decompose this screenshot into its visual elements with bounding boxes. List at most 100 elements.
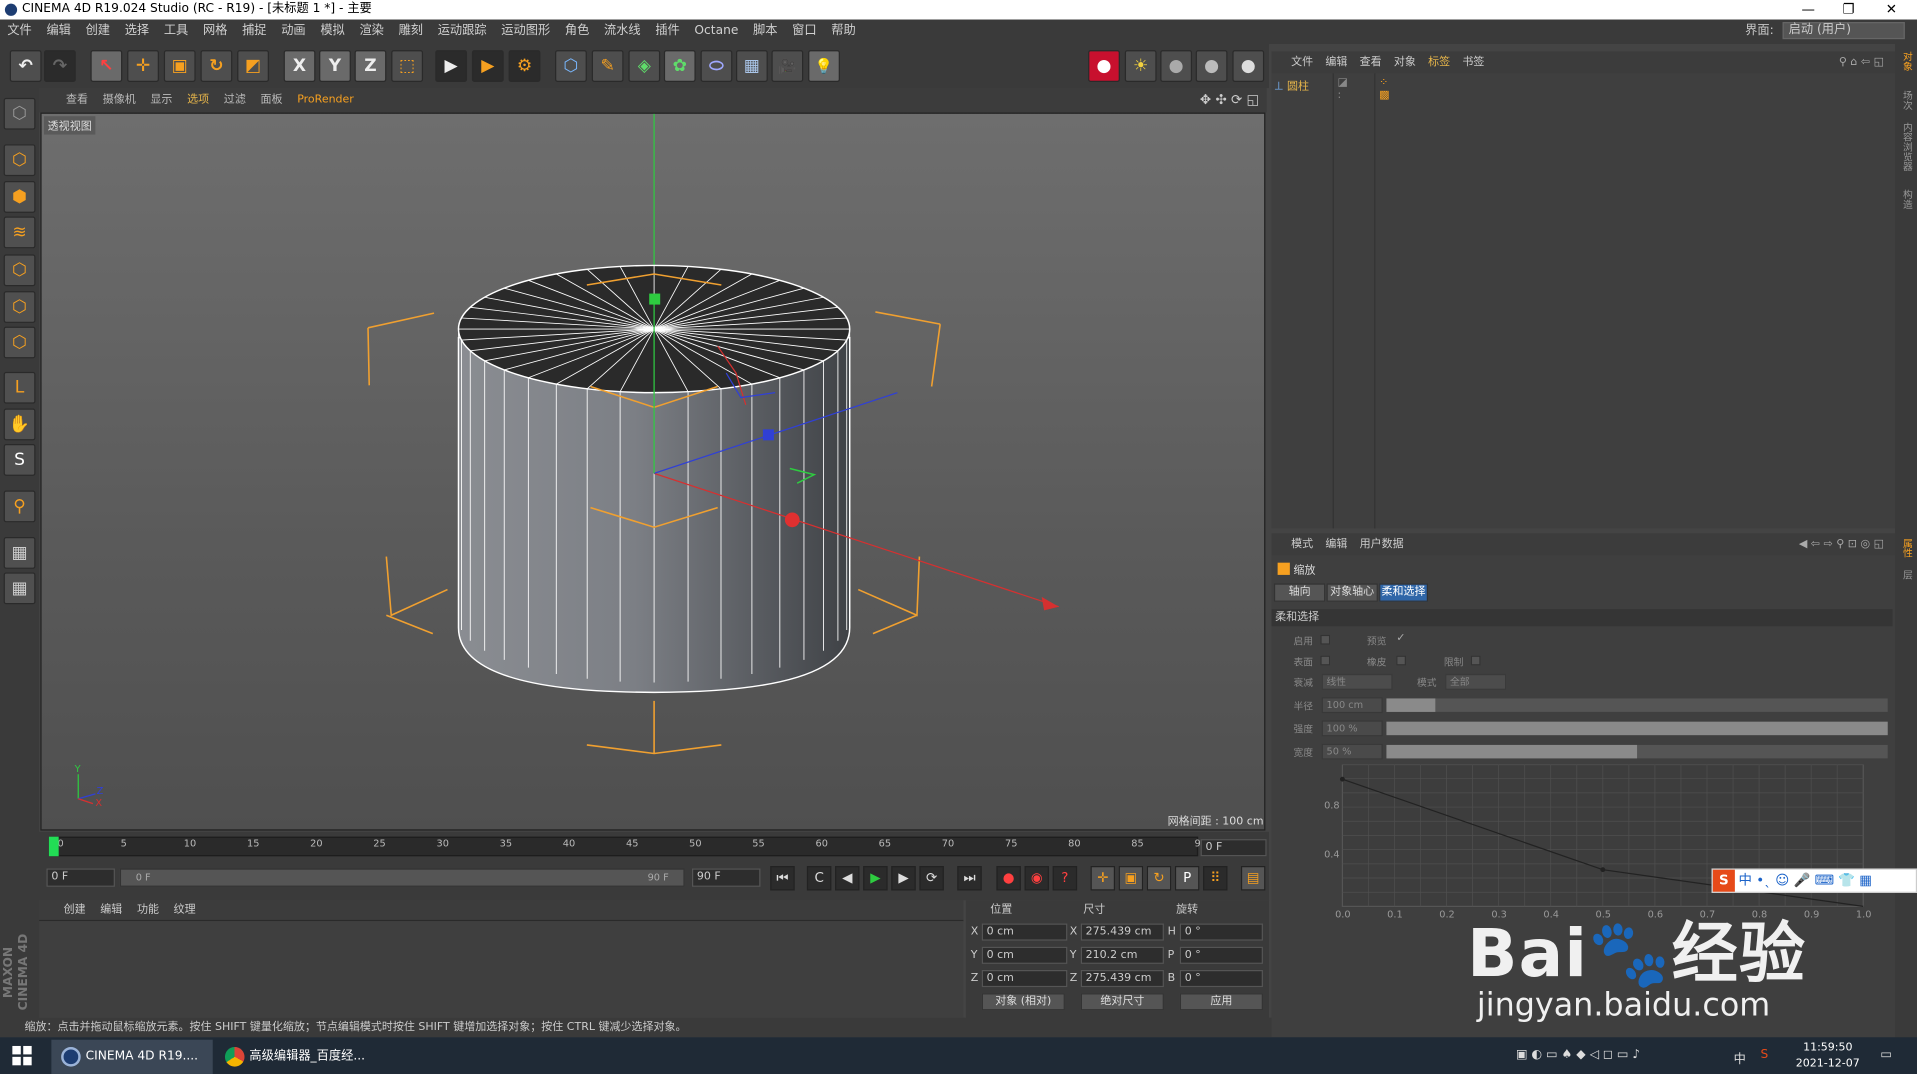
object-row-cylinder[interactable]: ⊥ 圆柱 ◪ : ⁘ ▩ <box>1274 77 1390 101</box>
mat-menu-create[interactable]: 创建 <box>39 900 93 920</box>
go-to-end-icon[interactable]: ⏭ <box>957 866 982 891</box>
material-sphere-icon[interactable]: ● <box>1160 50 1193 82</box>
glossy-sphere-icon[interactable]: ● <box>1195 50 1228 82</box>
lock-workplane-icon[interactable]: ▦ <box>3 536 36 569</box>
coord-pos-z[interactable]: 0 cm <box>981 969 1068 988</box>
key-position-icon[interactable]: ✛ <box>1090 866 1116 891</box>
menu-animate[interactable]: 动画 <box>274 20 313 44</box>
timeline-ruler[interactable]: 051015202530354045505560657075808590 <box>48 836 1207 857</box>
menu-edit[interactable]: 编辑 <box>39 20 78 44</box>
gizmo-z-handle[interactable] <box>762 429 774 441</box>
right-tab-structure[interactable]: 构造 <box>1897 190 1914 210</box>
ime-toolbar[interactable]: S中 •ˎ ☺ 🎤 ⌨ 👕 ▦ <box>1711 868 1917 893</box>
render-settings-icon[interactable]: ⚙ <box>508 50 541 82</box>
vp-menu-view[interactable]: 查看 <box>39 88 95 112</box>
vp-menu-panel[interactable]: 面板 <box>253 88 290 112</box>
am-menu-userdata[interactable]: 用户数据 <box>1353 533 1409 555</box>
coord-size-y[interactable]: 210.2 cm <box>1080 946 1164 964</box>
snap-icon[interactable]: S <box>3 444 36 476</box>
undo-icon[interactable]: ↶ <box>9 50 42 82</box>
coord-rot-h[interactable]: 0 ° <box>1179 923 1263 941</box>
next-frame-icon[interactable]: ▶ <box>891 866 916 891</box>
om-search-icon[interactable]: ⚲ ⌂ ⇦ ◱ <box>1833 51 1890 73</box>
render-picture-viewer-icon[interactable]: ▶ <box>471 50 504 82</box>
gizmo-x-handle[interactable] <box>784 512 800 528</box>
loop-icon[interactable]: ⟳ <box>919 866 944 891</box>
radius-slider[interactable] <box>1386 698 1888 712</box>
right-tab-attributes[interactable]: 属性 <box>1897 538 1914 558</box>
axis-mode-icon[interactable]: L <box>3 371 36 404</box>
windows-start-icon[interactable] <box>12 1045 32 1066</box>
z-axis-lock-icon[interactable]: Z <box>354 50 387 82</box>
menu-snap[interactable]: 捕捉 <box>235 20 274 44</box>
enable-checkbox[interactable] <box>1320 634 1331 645</box>
material-list[interactable] <box>39 919 964 1018</box>
y-axis-lock-icon[interactable]: Y <box>319 50 351 82</box>
go-to-start-icon[interactable]: ⏮ <box>770 866 795 891</box>
strength-field[interactable]: 100 % <box>1321 720 1383 737</box>
vp-menu-options[interactable]: 选项 <box>180 88 217 112</box>
play-icon[interactable]: ▶ <box>863 866 888 891</box>
taskbar-cinema4d[interactable]: CINEMA 4D R19.... <box>51 1039 213 1074</box>
tab-soft-selection[interactable]: 柔和选择 <box>1379 583 1428 602</box>
om-menu-view[interactable]: 查看 <box>1353 51 1387 73</box>
cube-object-icon[interactable]: ⬡ <box>555 50 587 82</box>
menu-file[interactable]: 文件 <box>0 20 39 44</box>
taskbar-clock[interactable]: 11:59:50 2021-12-07 <box>1791 1041 1864 1073</box>
tab-axis[interactable]: 轴向 <box>1273 583 1326 602</box>
keyframe-selection-icon[interactable]: ? <box>1052 866 1078 891</box>
tray-icons[interactable]: ▣ ◐ ▭ ♠ ◆ ◁ ◻ ▭ ♪ <box>1516 1048 1640 1061</box>
object-name[interactable]: 圆柱 <box>1287 81 1309 93</box>
menu-octane[interactable]: Octane <box>687 20 746 44</box>
move-tool-icon[interactable]: ✛ <box>127 50 159 82</box>
tag-icon[interactable]: ⁘ ▩ <box>1379 77 1389 101</box>
select-tool-icon[interactable]: ↖ <box>90 50 123 82</box>
menu-select[interactable]: 选择 <box>117 20 156 44</box>
workplane-mode-icon[interactable]: ≋ <box>3 216 36 249</box>
texture-mode-icon[interactable]: ⬢ <box>3 181 36 213</box>
menu-mesh[interactable]: 网格 <box>196 20 235 44</box>
restrict-checkbox[interactable] <box>1470 655 1481 666</box>
render-view-icon[interactable]: ▶ <box>435 50 468 82</box>
om-menu-file[interactable]: 文件 <box>1272 51 1320 73</box>
gizmo-y-handle[interactable] <box>649 293 661 305</box>
rotate-tool-icon[interactable]: ↻ <box>200 50 233 82</box>
record-keys-icon[interactable]: ● <box>996 866 1021 891</box>
rubber-checkbox[interactable] <box>1396 655 1406 666</box>
polygons-mode-icon[interactable]: ⬡ <box>3 326 36 359</box>
end-frame-field[interactable]: 90 F <box>691 868 761 887</box>
scale-tool-icon[interactable]: ▣ <box>163 50 196 82</box>
surface-checkbox[interactable] <box>1320 655 1331 666</box>
light-icon[interactable]: 💡 <box>808 50 840 82</box>
taskbar-chrome[interactable]: 高级编辑器_百度经... <box>215 1040 374 1074</box>
vp-menu-filter[interactable]: 过滤 <box>216 88 253 112</box>
sun-icon[interactable]: ☀ <box>1124 50 1157 82</box>
autokey-icon[interactable]: ◉ <box>1024 866 1049 891</box>
right-tab-objects[interactable]: 对象 <box>1897 51 1914 71</box>
right-tab-takes[interactable]: 场次 <box>1897 91 1914 111</box>
tab-object-axis[interactable]: 对象轴心 <box>1326 583 1378 602</box>
coord-size-mode-dropdown[interactable]: 绝对尺寸 <box>1080 993 1164 1011</box>
vp-menu-display[interactable]: 显示 <box>143 88 180 112</box>
menu-mograph[interactable]: 运动图形 <box>494 20 558 44</box>
preview-checkmark-icon[interactable]: ✓ <box>1396 632 1405 644</box>
octane-record-icon[interactable]: ● <box>1088 50 1120 82</box>
floor-icon[interactable]: ▦ <box>736 50 768 82</box>
edges-mode-icon[interactable]: ⬡ <box>3 291 36 323</box>
object-list[interactable] <box>1271 73 1896 529</box>
tweak-mode-icon[interactable]: ✋ <box>3 408 36 441</box>
mode-dropdown[interactable]: 全部 <box>1445 673 1507 690</box>
curve-start-point[interactable] <box>1339 776 1345 782</box>
maximize-button[interactable]: ❐ <box>1830 0 1867 20</box>
coord-size-x[interactable]: 275.439 cm <box>1080 923 1164 941</box>
coord-pos-x[interactable]: 0 cm <box>981 923 1068 941</box>
key-parameter-icon[interactable]: P <box>1174 866 1200 891</box>
tray-sogou-icon[interactable]: S <box>1761 1048 1769 1061</box>
points-mode-icon[interactable]: ⬡ <box>3 254 36 287</box>
menu-help[interactable]: 帮助 <box>824 20 863 44</box>
pen-spline-icon[interactable]: ✎ <box>591 50 624 82</box>
coord-rot-p[interactable]: 0 ° <box>1179 946 1263 964</box>
radius-field[interactable]: 100 cm <box>1321 697 1383 714</box>
mat-menu-texture[interactable]: 纹理 <box>166 900 203 920</box>
model-mode-icon[interactable]: ⬡ <box>3 144 36 177</box>
